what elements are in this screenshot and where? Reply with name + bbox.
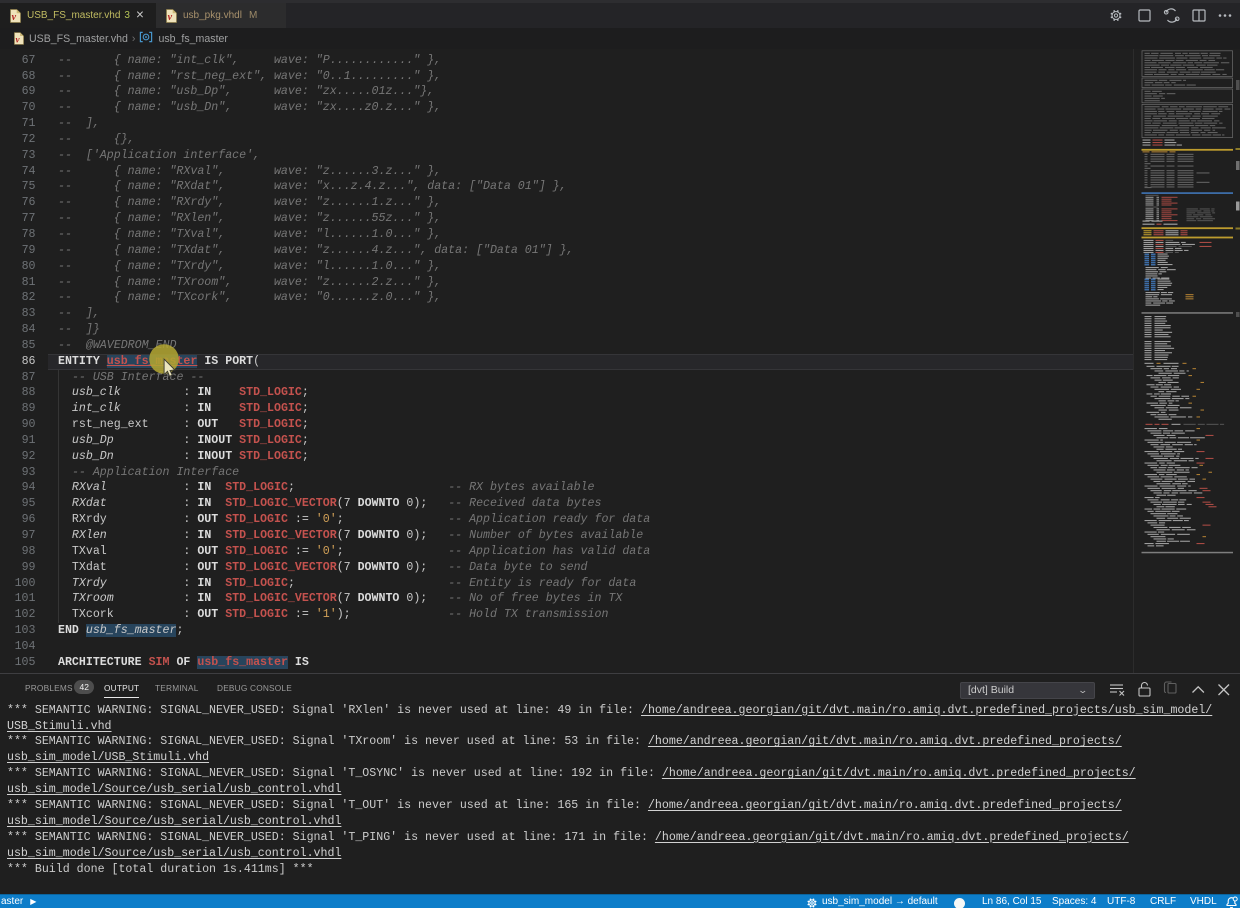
svg-text:v: v	[168, 12, 173, 23]
svg-text:v: v	[12, 12, 17, 23]
